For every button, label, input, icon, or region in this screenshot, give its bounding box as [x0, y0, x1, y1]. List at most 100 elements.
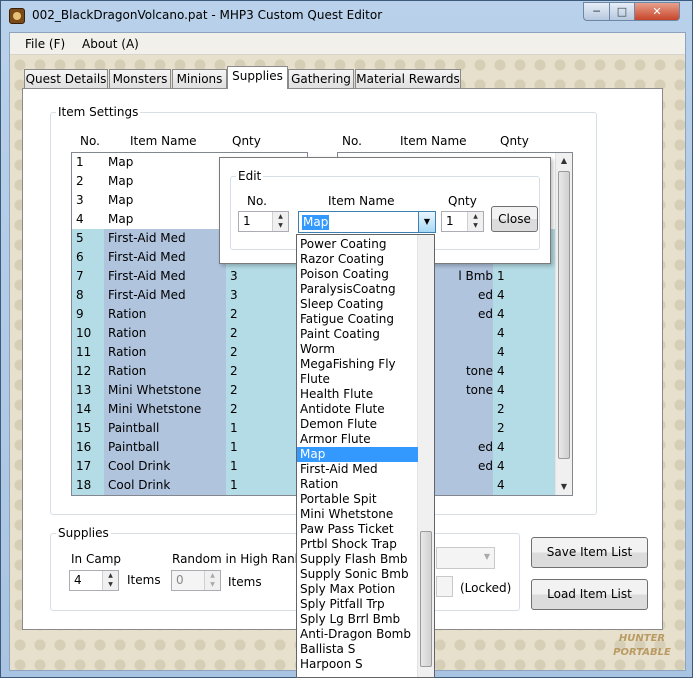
table-row[interactable]: 9 Ration 2: [72, 305, 307, 324]
dropdown-item[interactable]: Razor Coating: [297, 252, 418, 267]
dropdown-item[interactable]: Prtbl Shock Trap: [297, 537, 418, 552]
dropdown-item[interactable]: Mini Whetstone: [297, 507, 418, 522]
cell-qnty: 3: [226, 267, 306, 286]
dropdown-item[interactable]: Harpoon S: [297, 657, 418, 672]
table-row[interactable]: 11 Ration 2: [72, 343, 307, 362]
save-item-list-button[interactable]: Save Item List: [531, 537, 648, 568]
title-bar[interactable]: 002_BlackDragonVolcano.pat - MHP3 Custom…: [1, 1, 692, 31]
cell-qnty: 1: [493, 267, 556, 286]
item-name-combobox[interactable]: Map ▼: [298, 211, 436, 233]
dropdown-item[interactable]: Fatigue Coating: [297, 312, 418, 327]
random-value: 0: [176, 573, 184, 587]
scroll-down-arrow-icon[interactable]: ▼: [556, 479, 572, 495]
dropdown-item[interactable]: Sply Lg Brrl Bmb: [297, 612, 418, 627]
spin-up-icon[interactable]: ▲: [103, 571, 118, 580]
app-icon: [9, 8, 25, 24]
maximize-button[interactable]: □: [609, 2, 635, 21]
in-camp-spinner[interactable]: 4 ▲ ▼: [69, 570, 119, 591]
spin-down-icon[interactable]: ▼: [103, 580, 118, 589]
edit-qnty-label: Qnty: [448, 194, 477, 208]
cell-qnty: 2: [493, 400, 556, 419]
supplies-legend: Supplies: [56, 526, 111, 540]
dropdown-item[interactable]: Sply Max Potion: [297, 582, 418, 597]
dropdown-item[interactable]: Armor Flute: [297, 432, 418, 447]
cell-no: 12: [72, 362, 104, 381]
cell-qnty: 1: [226, 438, 306, 457]
dropdown-item[interactable]: Flute: [297, 372, 418, 387]
cell-qnty: 1: [226, 476, 306, 495]
random-high-rank-spinner: 0 ▲ ▼: [171, 570, 221, 591]
dropdown-item[interactable]: First-Aid Med: [297, 462, 418, 477]
dropdown-item[interactable]: Worm: [297, 342, 418, 357]
dropdown-item[interactable]: Supply Sonic Bmb: [297, 567, 418, 582]
tab-monsters[interactable]: Monsters: [109, 69, 171, 89]
scroll-up-arrow-icon[interactable]: ▲: [556, 153, 572, 169]
spinner-buttons[interactable]: ▲ ▼: [467, 212, 483, 231]
item-settings-legend: Item Settings: [56, 105, 141, 119]
cell-qnty: 4: [493, 305, 556, 324]
scroll-thumb[interactable]: [558, 171, 570, 459]
dropdown-item[interactable]: Ration: [297, 477, 418, 492]
dropdown-item[interactable]: Poison Coating: [297, 267, 418, 282]
load-item-list-button[interactable]: Load Item List: [531, 579, 648, 610]
dropdown-item[interactable]: Portable Spit: [297, 492, 418, 507]
table-row[interactable]: 16 Paintball 1: [72, 438, 307, 457]
right-grid-scrollbar[interactable]: ▲ ▼: [555, 153, 572, 495]
close-window-button[interactable]: ✕: [634, 2, 680, 21]
spin-down-icon[interactable]: ▼: [468, 221, 483, 230]
spin-up-icon[interactable]: ▲: [273, 212, 288, 221]
dropdown-item[interactable]: Ballista S: [297, 642, 418, 657]
table-row[interactable]: 8 First-Aid Med 3: [72, 286, 307, 305]
table-row[interactable]: 7 First-Aid Med 3: [72, 267, 307, 286]
cell-qnty: 2: [493, 419, 556, 438]
spinner-buttons[interactable]: ▲ ▼: [102, 571, 118, 590]
tab-gathering[interactable]: Gathering: [288, 69, 354, 89]
tab-quest-details[interactable]: Quest Details: [24, 69, 108, 89]
spin-down-icon[interactable]: ▼: [273, 221, 288, 230]
table-row[interactable]: 13 Mini Whetstone 2: [72, 381, 307, 400]
cell-qnty: 3: [226, 286, 306, 305]
edit-qnty-spinner[interactable]: 1 ▲ ▼: [441, 211, 484, 232]
edit-close-button[interactable]: Close: [491, 206, 538, 232]
dropdown-item[interactable]: MegaFishing Fly: [297, 357, 418, 372]
spin-up-icon: ▲: [210, 572, 215, 579]
table-row[interactable]: 12 Ration 2: [72, 362, 307, 381]
minimize-button[interactable]: ─: [583, 2, 610, 21]
dropdown-item[interactable]: Sply Pitfall Trp: [297, 597, 418, 612]
cell-name: First-Aid Med: [104, 286, 226, 305]
dropdown-item[interactable]: Demon Flute: [297, 417, 418, 432]
cell-no: 7: [72, 267, 104, 286]
dropdown-item[interactable]: Anti-Dragon Bomb: [297, 627, 418, 642]
dropdown-scroll-thumb[interactable]: [420, 531, 432, 667]
spinner-buttons[interactable]: ▲ ▼: [272, 212, 288, 231]
dropdown-scrollbar[interactable]: [417, 235, 434, 677]
dropdown-item[interactable]: Map: [297, 447, 418, 462]
edit-no-label: No.: [247, 194, 267, 208]
dropdown-item[interactable]: Paw Pass Ticket: [297, 522, 418, 537]
item-dropdown-list[interactable]: Power Coating Razor Coating Poison Coating…: [296, 234, 435, 678]
table-row[interactable]: 14 Mini Whetstone 2: [72, 400, 307, 419]
dropdown-item[interactable]: ParalysisCoatng: [297, 282, 418, 297]
table-row[interactable]: 17 Cool Drink 1: [72, 457, 307, 476]
menu-about[interactable]: About (A): [82, 37, 139, 51]
in-camp-label: In Camp: [71, 552, 121, 566]
cell-name: Cool Drink: [104, 476, 226, 495]
edit-no-spinner[interactable]: 1 ▲ ▼: [238, 211, 289, 232]
dropdown-item[interactable]: Paint Coating: [297, 327, 418, 342]
dropdown-item[interactable]: Power Coating: [297, 237, 418, 252]
menu-file[interactable]: File (F): [25, 37, 65, 51]
table-row[interactable]: 10 Ration 2: [72, 324, 307, 343]
tab-minions[interactable]: Minions: [172, 69, 227, 89]
table-row[interactable]: 15 Paintball 1: [72, 419, 307, 438]
dropdown-item[interactable]: Sleep Coating: [297, 297, 418, 312]
dropdown-item[interactable]: Antidote Flute: [297, 402, 418, 417]
cell-name: Paintball: [104, 419, 226, 438]
table-row[interactable]: 18 Cool Drink 1: [72, 476, 307, 495]
dropdown-item[interactable]: Supply Flash Bmb: [297, 552, 418, 567]
tab-supplies[interactable]: Supplies: [227, 66, 288, 89]
cell-qnty: 4: [493, 362, 556, 381]
tab-material-rewards[interactable]: Material Rewards: [355, 69, 461, 89]
dropdown-arrow-icon[interactable]: ▼: [418, 212, 435, 232]
spin-up-icon[interactable]: ▲: [468, 212, 483, 221]
dropdown-item[interactable]: Health Flute: [297, 387, 418, 402]
